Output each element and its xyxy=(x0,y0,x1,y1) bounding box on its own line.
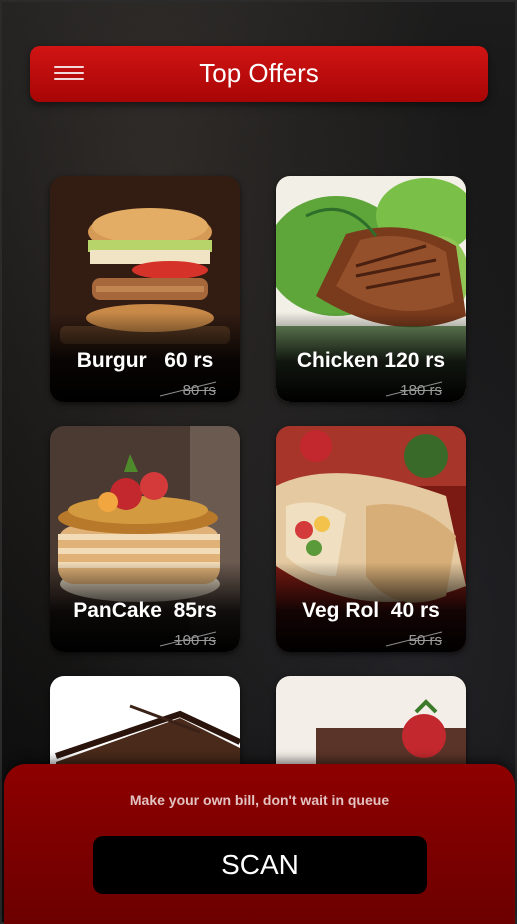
scan-panel: Make your own bill, don't wait in queue … xyxy=(4,764,515,924)
offer-name: Veg Rol 40 rs xyxy=(302,599,440,622)
offer-name: PanCake 85rs xyxy=(73,599,217,622)
strike-line-icon xyxy=(385,631,443,647)
strike-line-icon xyxy=(159,631,217,647)
offer-name: Chicken 120 rs xyxy=(296,349,446,372)
offer-card-veg-roll[interactable]: Veg Rol 40 rs 50 rs xyxy=(276,426,466,652)
strike-line-icon xyxy=(385,381,443,397)
scan-button[interactable]: SCAN xyxy=(93,836,427,894)
offer-card-chicken[interactable]: Chicken 120 rs 180 rs xyxy=(276,176,466,402)
offer-card-burger[interactable]: Burgur 60 rs 80 rs xyxy=(50,176,240,402)
top-bar: Top Offers xyxy=(30,46,488,102)
strike-line-icon xyxy=(159,381,217,397)
offer-card-pancake[interactable]: PanCake 85rs 100 rs xyxy=(50,426,240,652)
offer-name: Burgur 60 rs xyxy=(76,349,214,372)
bill-hint-text: Make your own bill, don't wait in queue xyxy=(129,792,390,808)
page-title: Top Offers xyxy=(199,58,319,88)
